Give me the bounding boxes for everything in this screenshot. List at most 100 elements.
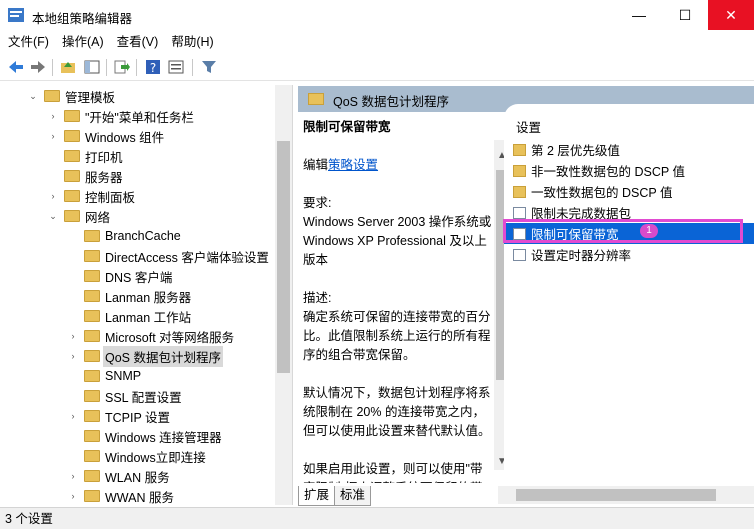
tree-item-label: SNMP [105,369,142,383]
tree-item[interactable]: › WLAN 服务 [0,466,292,486]
expand-chevron-icon[interactable]: ⌄ [26,91,40,102]
edit-prefix: 编辑 [303,158,329,172]
tree-item[interactable]: Lanman 工作站 [0,306,292,326]
settings-list: 设置 第 2 层优先级值非一致性数据包的 DSCP 值一致性数据包的 DSCP … [504,104,754,484]
show-tree-icon[interactable] [82,57,102,77]
list-item-label: 第 2 层优先级值 [531,144,620,158]
tree-item[interactable]: ⌄ 网络 [0,206,292,226]
tree-item-label: 管理模板 [65,90,116,105]
tree-item-label: BranchCache [105,229,181,243]
toolbar-separator [106,59,107,76]
menu-view[interactable]: 查看(V) [112,31,164,53]
folder-icon [64,150,80,162]
menu-file[interactable]: 文件(F) [3,31,54,53]
list-item[interactable]: 一致性数据包的 DSCP 值 [504,181,754,202]
list-horizontal-scroll-thumb[interactable] [516,489,716,501]
folder-icon [84,250,100,262]
folder-icon [84,470,100,482]
default-text: 默认情况下，数据包计划程序将系统限制在 20% 的连接带宽之内，但可以使用此设置… [303,386,491,438]
close-button[interactable]: ✕ [708,0,754,30]
tab-extended[interactable]: 扩展 [298,486,336,506]
folder-icon [84,430,100,442]
tree-item[interactable]: 打印机 [0,146,292,166]
menu-action[interactable]: 操作(A) [57,31,109,53]
list-item[interactable]: 第 2 层优先级值 [504,139,754,160]
folder-icon [84,230,100,242]
list-item[interactable]: 设置定时器分辨率 [504,244,754,265]
folder-icon [84,290,100,302]
tree-item[interactable]: ⌄ 管理模板 [0,86,292,106]
toolbar-separator [136,59,137,76]
tree-item[interactable]: DNS 客户端 [0,266,292,286]
tree-item-label: 网络 [85,210,111,225]
highlight-box [503,219,743,243]
tree-item[interactable]: Windows立即连接 [0,446,292,466]
enabled-text: 如果启用此设置，则可以使用"带宽限制"框来调整系统可保留的带宽数量。 [303,462,483,483]
folder-icon [84,330,100,342]
details-header-title: QoS 数据包计划程序 [333,95,449,109]
tree-item-label: DNS 客户端 [105,270,173,285]
expand-chevron-icon[interactable]: › [46,131,60,141]
tree-item[interactable]: DirectAccess 客户端体验设置 [0,246,292,266]
tree-item[interactable]: SSL 配置设置 [0,386,292,406]
folder-icon [64,190,80,202]
back-arrow-icon[interactable] [6,57,26,77]
status-bar: 3 个设置 [0,507,754,529]
expand-chevron-icon[interactable]: › [66,471,80,481]
tree-scroll-thumb[interactable] [277,141,290,373]
forward-arrow-icon[interactable] [28,57,48,77]
tree-item[interactable]: Windows 连接管理器 [0,426,292,446]
tree-item[interactable]: 服务器 [0,166,292,186]
filter-icon[interactable] [199,57,219,77]
minimize-button[interactable]: — [616,0,662,30]
folder-icon [84,310,100,322]
tree-item-label: WLAN 服务 [105,470,170,485]
tree-item[interactable]: › QoS 数据包计划程序 [0,345,292,367]
folder-icon [64,130,80,142]
folder-icon [513,143,526,156]
properties-icon[interactable] [166,57,186,77]
list-header-settings[interactable]: 设置 [504,104,754,136]
tree-item[interactable]: › "开始"菜单和任务栏 [0,106,292,126]
step-badge: 1 [640,224,658,238]
tree-item-label: WWAN 服务 [105,490,174,505]
up-folder-icon[interactable] [58,57,78,77]
expand-chevron-icon[interactable]: › [66,351,80,361]
tree-item[interactable]: › Windows 组件 [0,126,292,146]
tree-item[interactable]: › TCPIP 设置 [0,406,292,426]
tree-item[interactable]: BranchCache [0,226,292,246]
menu-help[interactable]: 帮助(H) [166,31,218,53]
tree-item-label: "开始"菜单和任务栏 [85,110,194,125]
folder-icon [44,90,60,102]
tree-item-label: 服务器 [85,170,123,185]
expand-chevron-icon[interactable]: › [66,491,80,501]
tree-item-label: TCPIP 设置 [105,410,171,425]
tree-item-label: DirectAccess 客户端体验设置 [105,250,269,265]
expand-chevron-icon[interactable]: › [46,111,60,121]
list-item[interactable]: 非一致性数据包的 DSCP 值 [504,160,754,181]
tree-item[interactable]: › WWAN 服务 [0,486,292,505]
tree-item-label: 打印机 [85,150,123,165]
expand-chevron-icon[interactable]: › [46,191,60,201]
tree-item[interactable]: Lanman 服务器 [0,286,292,306]
tree-item[interactable]: › 控制面板 [0,186,292,206]
maximize-button[interactable]: ☐ [662,0,708,30]
policy-setting-icon [513,206,526,219]
folder-icon [308,93,324,105]
export-icon[interactable] [112,57,132,77]
tree-item[interactable]: › Microsoft 对等网络服务 [0,326,292,346]
expand-chevron-icon[interactable]: › [66,411,80,421]
list-item-label: 设置定时器分辨率 [531,249,632,263]
tab-standard[interactable]: 标准 [334,486,372,506]
folder-icon [84,410,100,422]
toolbar: ? [0,54,754,81]
tree-item[interactable]: SNMP [0,366,292,386]
folder-icon [84,370,100,382]
list-item-label: 非一致性数据包的 DSCP 值 [531,165,685,179]
expand-chevron-icon[interactable]: ⌄ [46,211,60,222]
folder-icon [84,270,100,282]
edit-policy-link[interactable]: 策略设置 [328,158,378,172]
setting-title: 限制可保留带宽 [303,120,391,134]
expand-chevron-icon[interactable]: › [66,331,80,341]
help-icon[interactable]: ? [143,57,163,77]
